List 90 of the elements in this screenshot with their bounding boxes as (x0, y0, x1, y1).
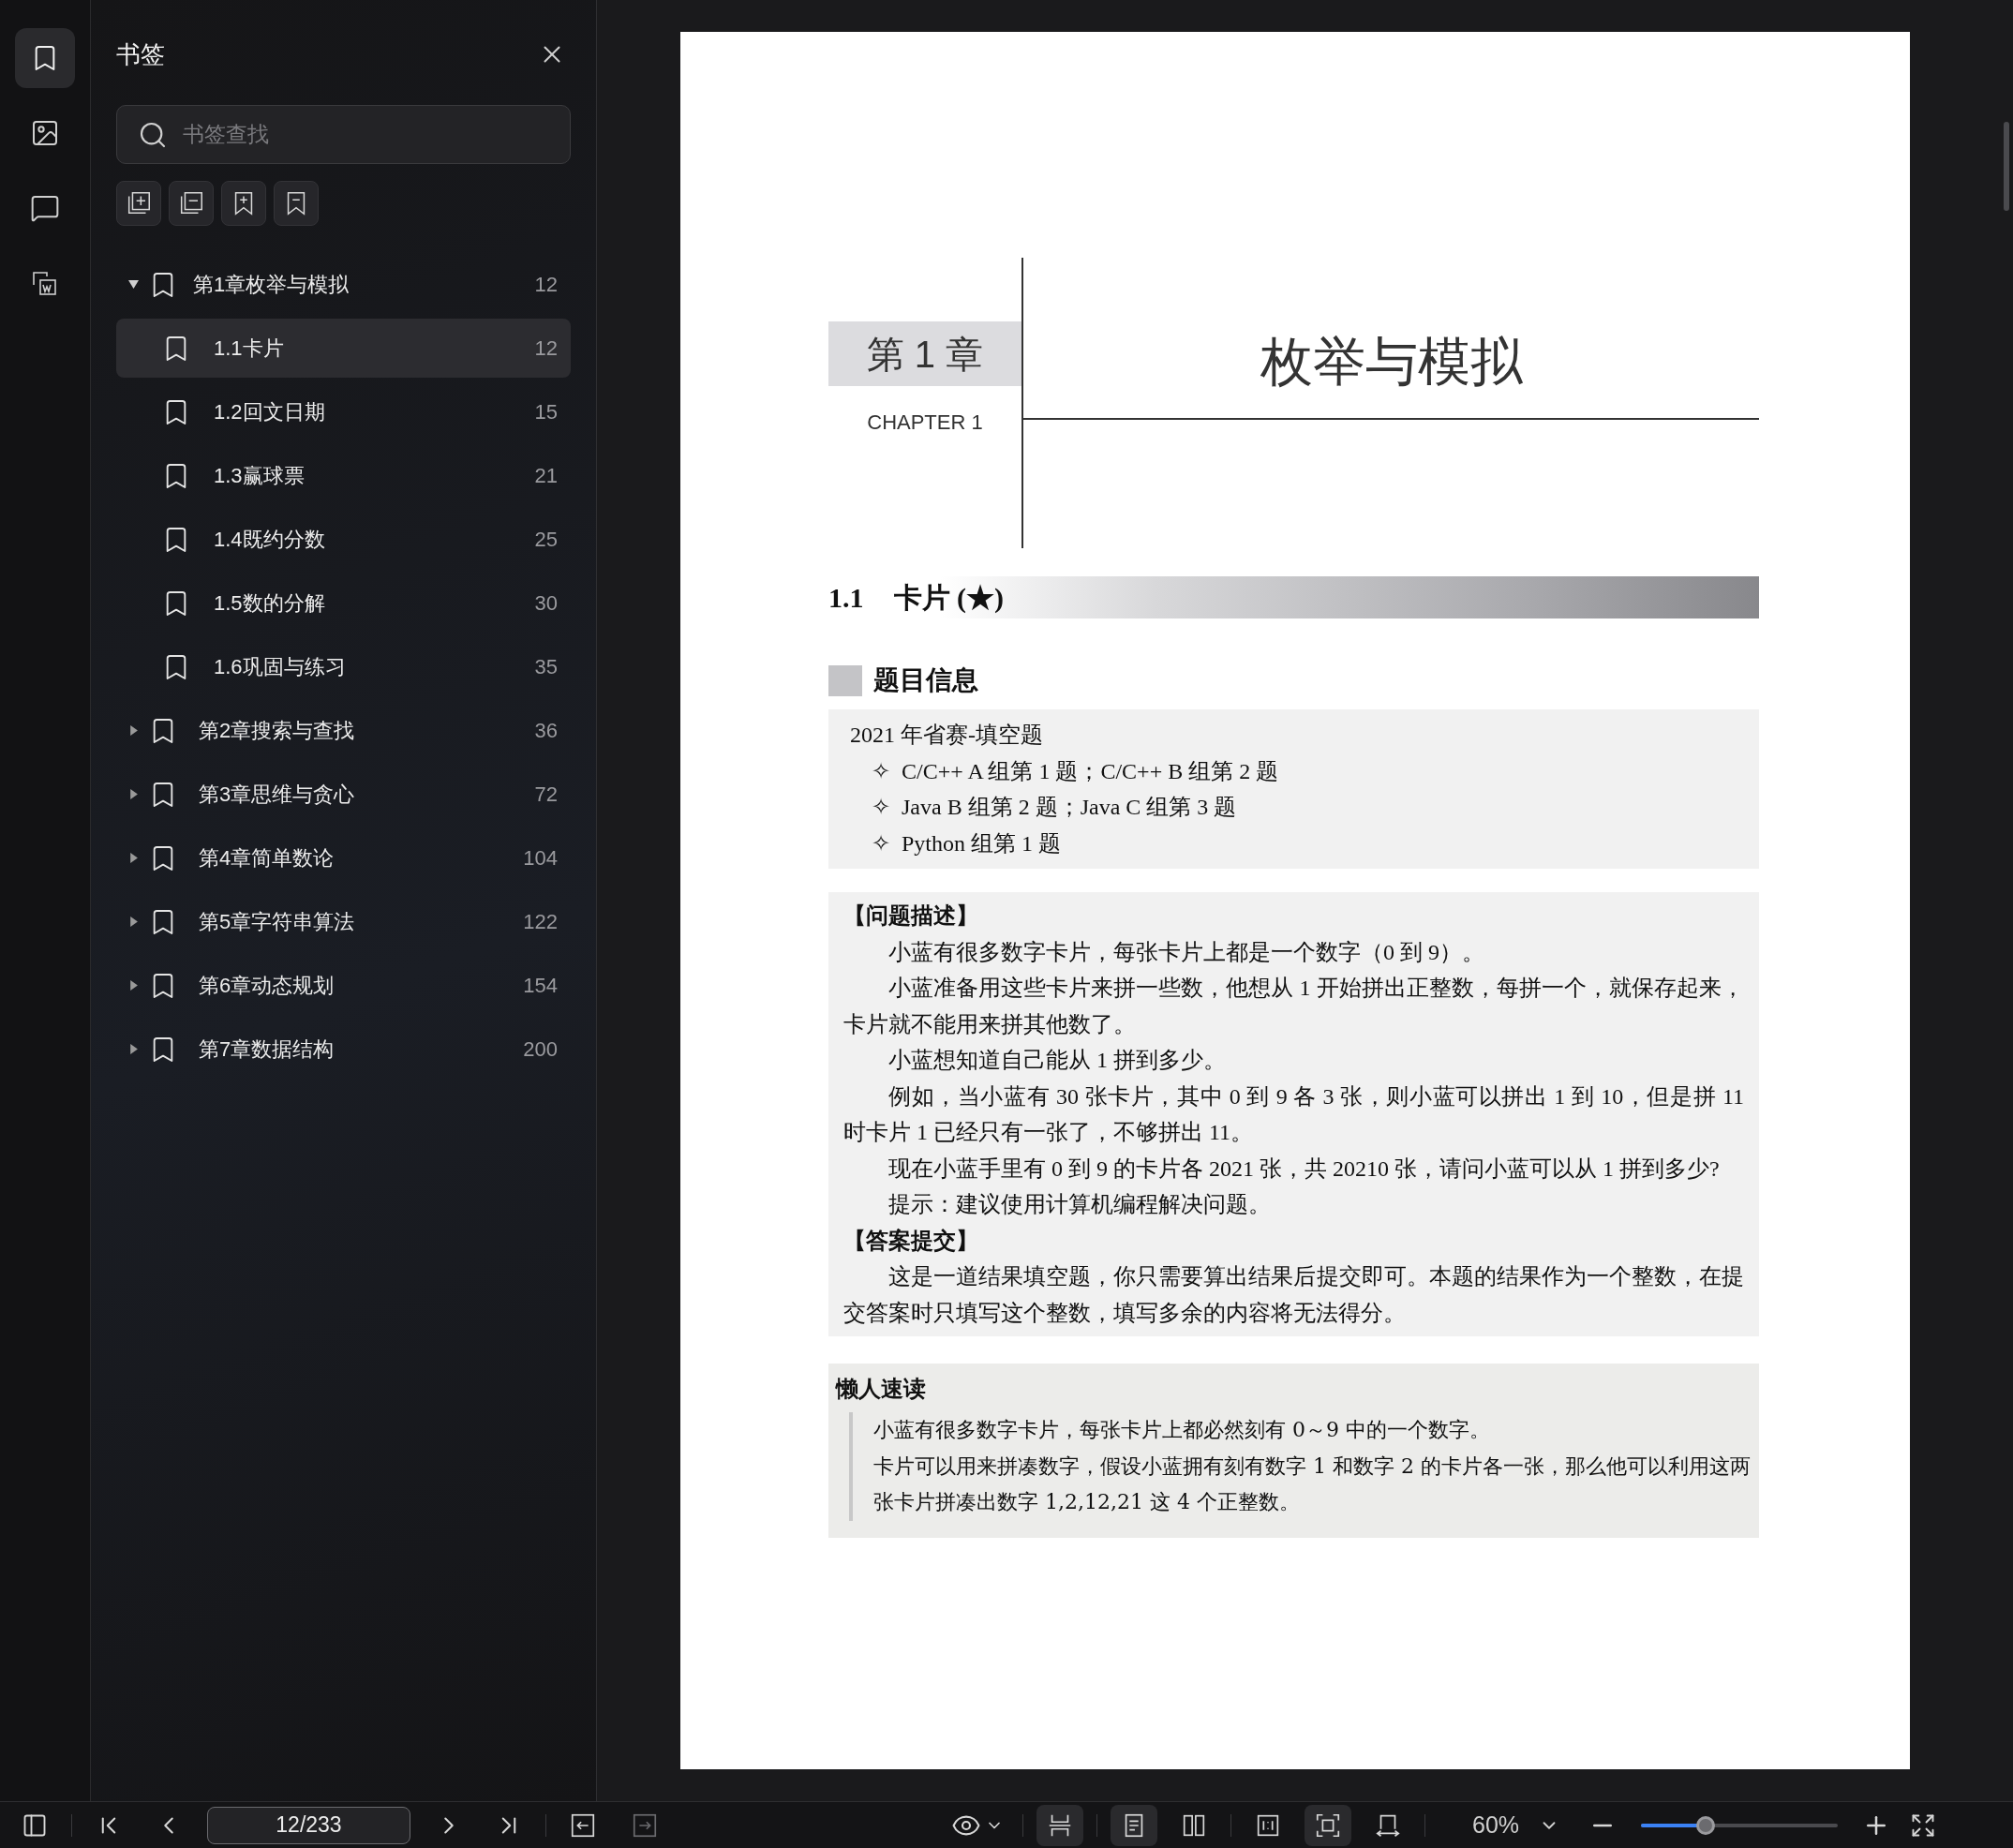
summary-heading: 懒人速读 (836, 1375, 927, 1403)
caret-right-icon[interactable] (127, 853, 139, 863)
view-mode-button[interactable] (1111, 1804, 1157, 1846)
bookmark-item[interactable]: 第4章简单数论 104 (116, 828, 571, 887)
page-number: 200 (523, 1036, 558, 1063)
bookmark-action-button[interactable] (274, 181, 319, 226)
heading-marker (828, 664, 862, 696)
bookmark-title: 1.6巩固与练习 (214, 654, 346, 680)
bookmark-title: 第3章思维与贪心 (199, 782, 355, 808)
scrollbar-thumb[interactable] (2004, 122, 2009, 211)
chapter-title: 枚举与模拟 (1260, 331, 1523, 393)
problem-paragraph: 小蓝有很多数字卡片，每张卡片上都是一个数字（0 到 9）。 (887, 938, 1485, 966)
problem-heading: 【问题描述】 (843, 902, 979, 930)
caret-right-icon[interactable] (127, 1044, 139, 1054)
page-number: 122 (523, 909, 558, 935)
caret-down-icon[interactable] (127, 279, 139, 290)
page-number: 154 (523, 973, 558, 999)
section-number: 1.1 (828, 581, 864, 615)
section-title: 卡片 (★) (893, 581, 1004, 615)
info-item: Python 组第 1 题 (902, 829, 1061, 857)
info-item: Java B 组第 2 题；Java C 组第 3 题 (902, 794, 1237, 821)
view-mode-button[interactable] (1036, 1804, 1083, 1846)
bookmark-title: 第7章数据结构 (199, 1036, 335, 1063)
zoom-slider[interactable] (1641, 1814, 1839, 1836)
page-number-field[interactable]: 12/233 (207, 1806, 410, 1844)
search-input[interactable]: 书签查找 (183, 118, 549, 151)
page-number: 30 (534, 590, 558, 617)
bookmark-title: 1.4既约分数 (214, 527, 325, 553)
info-item: C/C++ A 组第 1 题；C/C++ B 组第 2 题 (902, 757, 1279, 785)
bookmark-item[interactable]: 1.3赢球票 21 (116, 446, 571, 505)
bullet-symbol: ✧ (872, 829, 890, 857)
comment-icon (30, 193, 60, 223)
page-number: 36 (534, 718, 558, 744)
bookmark-title: 1.3赢球票 (214, 463, 305, 489)
bookmark-title: 1.2回文日期 (214, 399, 325, 425)
bookmark-action-button[interactable] (116, 181, 161, 226)
bullet-symbol: ✧ (872, 757, 890, 785)
image-icon (30, 118, 60, 148)
zoom-value: 60% (1472, 1810, 1520, 1840)
info-title: 2021 年省赛-填空题 (850, 722, 1044, 749)
problem-paragraph: 小蓝想知道自己能从 1 拼到多少。 (887, 1047, 1227, 1074)
page-number: 35 (534, 654, 558, 680)
info-heading: 题目信息 (873, 664, 978, 696)
caret-right-icon[interactable] (127, 917, 139, 927)
bullet-symbol: ✧ (872, 794, 890, 821)
problem-paragraph: 小蓝准备用这些卡片来拼一些数，他想从 1 开始拼出正整数，每拼一个，就保存起来，卡片就不能用来拼其他数了。 (843, 975, 1744, 1038)
summary-text: 小蓝有很多数字卡片，每张卡片上都必然刻有 0～9 中的一个数字。 (873, 1417, 1491, 1443)
summary-text: 卡片可以用来拼凑数字，假设小蓝拥有刻有数字 1 和数字 2 的卡片各一张，那么他可以利用这两张卡片拼凑出数字 1,2,12,21 这 4 个正整数。 (873, 1453, 1752, 1515)
bookmark-item[interactable]: 第2章搜索与查找 36 (116, 701, 571, 760)
bookmark-item[interactable]: 1.6巩固与练习 35 (116, 637, 571, 696)
bookmark-item[interactable]: 1.4既约分数 25 (116, 510, 571, 569)
bookmark-item[interactable]: 第3章思维与贪心 72 (116, 765, 571, 824)
page-number: 12 (534, 272, 558, 298)
page-number: 21 (534, 463, 558, 489)
caret-right-icon[interactable] (127, 789, 139, 799)
bookmark-item[interactable]: 1.5数的分解 30 (116, 574, 571, 633)
problem-paragraph: 提示：建议使用计算机编程解决问题。 (887, 1191, 1272, 1218)
bookmark-action-button[interactable] (221, 181, 266, 226)
bookmark-action-button[interactable] (169, 181, 214, 226)
bookmark-item[interactable]: 第6章动态规划 154 (116, 956, 571, 1015)
bookmark-title: 第1章枚举与模拟 (193, 272, 350, 298)
page-number: 12 (534, 335, 558, 362)
page-number: 25 (534, 527, 558, 553)
bookmark-item[interactable]: 1.1卡片 12 (116, 319, 571, 378)
search-field[interactable]: 书签查找 (116, 105, 571, 164)
answer-heading: 【答案提交】 (843, 1226, 979, 1255)
bookmark-title: 第2章搜索与查找 (199, 718, 355, 744)
bookmark-title: 1.1卡片 (214, 335, 284, 362)
panel-title: 书签 (116, 38, 165, 70)
view-mode-button[interactable] (1305, 1804, 1351, 1846)
page-number: 104 (523, 845, 558, 872)
bookmark-item[interactable]: 第5章字符串算法 122 (116, 892, 571, 951)
bookmark-item[interactable]: 第1章枚举与模拟 12 (116, 255, 571, 314)
page-number: 72 (534, 782, 558, 808)
problem-paragraph: 现在小蓝手里有 0 到 9 的卡片各 2021 张，共 20210 张，请问小蓝可以从 1 拼到多少? (887, 1155, 1721, 1183)
bookmark-title: 第5章字符串算法 (199, 909, 355, 935)
bookmark-item[interactable]: 1.2回文日期 15 (116, 382, 571, 441)
chapter-label: 第 1 章 (828, 321, 1021, 386)
caret-right-icon[interactable] (127, 980, 139, 991)
answer-paragraph: 这是一道结果填空题，你只需要算出结果后提交即可。本题的结果作为一个整数，在提交答案时只填写这个整数，填写多余的内容将无法得分。 (843, 1263, 1744, 1327)
slider-thumb[interactable] (1696, 1815, 1716, 1835)
rail-button[interactable] (15, 28, 75, 88)
problem-paragraph: 例如，当小蓝有 30 张卡片，其中 0 到 9 各 3 张，则小蓝可以拼出 1 到 10，但是拼 11 时卡片 1 已经只有一张了，不够拼出 11。 (843, 1082, 1744, 1146)
chapter-english: CHAPTER 1 (866, 410, 984, 436)
bookmark-title: 第4章简单数论 (199, 845, 335, 872)
caret-right-icon[interactable] (127, 725, 139, 736)
bookmark-title: 第6章动态规划 (199, 973, 335, 999)
page-number: 15 (534, 399, 558, 425)
bookmark-title: 1.5数的分解 (214, 590, 325, 617)
bookmark-item[interactable]: 第7章数据结构 200 (116, 1020, 571, 1079)
